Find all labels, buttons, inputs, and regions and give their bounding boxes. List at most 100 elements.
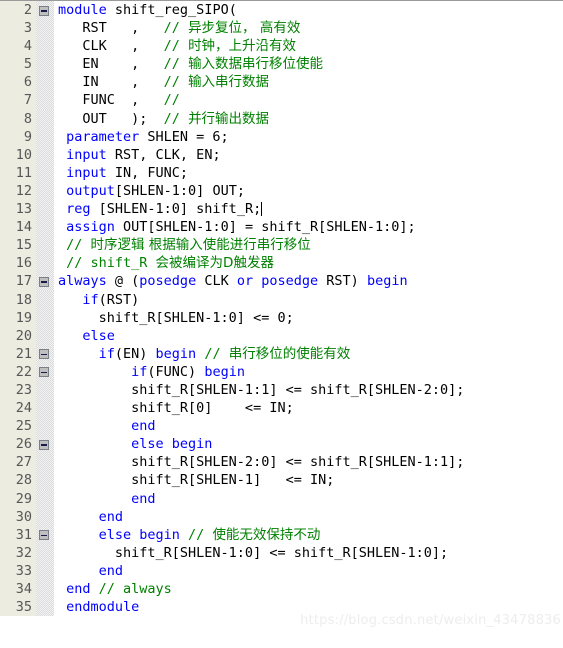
code-text[interactable]: OUT ); // 并行输出数据 <box>54 110 563 128</box>
code-text[interactable]: FUNC , // <box>54 91 563 109</box>
code-line[interactable]: 26 else begin <box>0 435 563 454</box>
code-text[interactable]: else begin // 使能无效保持不动 <box>54 526 563 544</box>
code-token: shift_R[SHLEN-2:0] <= shift_R[SHLEN-1:1]… <box>58 454 465 471</box>
code-text[interactable]: shift_R[SHLEN-2:0] <= shift_R[SHLEN-1:1]… <box>54 453 563 471</box>
code-text[interactable]: shift_R[SHLEN-1:1] <= shift_R[SHLEN-2:0]… <box>54 381 563 399</box>
code-line[interactable]: 14 assign OUT[SHLEN-1:0] = shift_R[SHLEN… <box>0 218 563 237</box>
code-text[interactable]: parameter SHLEN = 6; <box>54 128 563 146</box>
code-text[interactable]: end <box>54 508 563 526</box>
code-text[interactable]: shift_R[SHLEN-1] <= IN; <box>54 471 563 489</box>
code-text[interactable]: if(FUNC) begin <box>54 363 563 381</box>
code-line[interactable]: 16 // shift_R 会被编译为D触发器 <box>0 254 563 273</box>
code-text[interactable]: CLK , // 时钟，上升沿有效 <box>54 37 563 55</box>
code-line[interactable]: 24 shift_R[0] <= IN; <box>0 399 563 418</box>
fold-column <box>36 471 54 490</box>
code-text[interactable]: // 时序逻辑 根据输入使能进行串行移位 <box>54 236 563 254</box>
code-text[interactable]: if(EN) begin // 串行移位的使能有效 <box>54 345 563 363</box>
code-editor[interactable]: 2 module shift_reg_SIPO(3 RST , // 异步复位， … <box>0 0 563 648</box>
collapse-minus-icon[interactable] <box>39 276 49 287</box>
code-line[interactable]: 2 module shift_reg_SIPO( <box>0 1 563 20</box>
code-token: end <box>131 490 156 507</box>
code-line[interactable]: 25 end <box>0 417 563 436</box>
fold-toggle-icon[interactable] <box>36 435 54 454</box>
code-line[interactable]: 34 end // always <box>0 580 563 599</box>
fold-toggle-icon[interactable] <box>36 362 54 381</box>
code-line[interactable]: 17 always @ (posedge CLK or posedge RST) … <box>0 272 563 291</box>
code-text[interactable]: assign OUT[SHLEN-1:0] = shift_R[SHLEN-1:… <box>54 218 563 236</box>
code-token: posedge <box>139 273 197 290</box>
code-line[interactable]: 30 end <box>0 507 563 526</box>
code-lines[interactable]: 2 module shift_reg_SIPO(3 RST , // 异步复位， … <box>0 1 563 617</box>
code-line[interactable]: 4 CLK , // 时钟，上升沿有效 <box>0 37 563 56</box>
code-line[interactable]: 21 if(EN) begin // 串行移位的使能有效 <box>0 344 563 363</box>
code-line[interactable]: 10 input RST, CLK, EN; <box>0 145 563 164</box>
code-token: // <box>163 92 180 109</box>
collapse-minus-icon[interactable] <box>39 5 49 16</box>
code-token: 使能无效保持不动 <box>212 526 321 543</box>
code-line[interactable]: 22 if(FUNC) begin <box>0 362 563 381</box>
code-line[interactable]: 15 // 时序逻辑 根据输入使能进行串行移位 <box>0 236 563 255</box>
code-text[interactable]: IN , // 输入串行数据 <box>54 73 563 91</box>
code-text[interactable]: else begin <box>54 435 563 453</box>
code-token: assign <box>58 219 115 236</box>
code-text[interactable]: endmodule <box>54 598 563 616</box>
code-text[interactable]: shift_R[SHLEN-1:0] <= shift_R[SHLEN-1:0]… <box>54 544 563 562</box>
code-line[interactable]: 7 FUNC , // <box>0 91 563 110</box>
fold-column <box>36 399 54 418</box>
code-text[interactable]: reg [SHLEN-1:0] shift_R; <box>54 200 563 218</box>
collapse-minus-icon[interactable] <box>39 530 49 541</box>
code-line[interactable]: 11 input IN, FUNC; <box>0 163 563 182</box>
code-line[interactable]: 5 EN , // 输入数据串行移位使能 <box>0 55 563 74</box>
code-text[interactable]: shift_R[SHLEN-1:0] <= 0; <box>54 309 563 327</box>
code-line[interactable]: 31 else begin // 使能无效保持不动 <box>0 525 563 544</box>
code-text[interactable]: EN , // 输入数据串行移位使能 <box>54 55 563 73</box>
line-number: 33 <box>0 561 36 580</box>
code-line[interactable]: 6 IN , // 输入串行数据 <box>0 73 563 92</box>
code-text[interactable]: input IN, FUNC; <box>54 164 563 182</box>
code-text[interactable]: end <box>54 562 563 580</box>
line-number: 2 <box>0 1 36 20</box>
code-line[interactable]: 20 else <box>0 326 563 345</box>
code-text[interactable]: module shift_reg_SIPO( <box>54 1 563 19</box>
code-text[interactable]: always @ (posedge CLK or posedge RST) be… <box>54 272 563 290</box>
code-text[interactable]: else <box>54 327 563 345</box>
code-token: begin <box>366 273 408 290</box>
code-text[interactable]: end <box>54 490 563 508</box>
collapse-minus-icon[interactable] <box>39 367 49 378</box>
code-text[interactable]: input RST, CLK, EN; <box>54 146 563 164</box>
code-text[interactable]: end // always <box>54 580 563 598</box>
collapse-minus-icon[interactable] <box>39 349 49 360</box>
fold-toggle-icon[interactable] <box>36 1 54 20</box>
fold-toggle-icon[interactable] <box>36 272 54 291</box>
code-line[interactable]: 29 end <box>0 489 563 508</box>
code-line[interactable]: 33 end <box>0 561 563 580</box>
code-line[interactable]: 12 output[SHLEN-1:0] OUT; <box>0 181 563 201</box>
code-line[interactable]: 23 shift_R[SHLEN-1:1] <= shift_R[SHLEN-2… <box>0 380 563 400</box>
code-line[interactable]: 9 parameter SHLEN = 6; <box>0 127 563 146</box>
code-line[interactable]: 8 OUT ); // 并行输出数据 <box>0 109 563 128</box>
code-line[interactable]: 3 RST , // 异步复位， 高有效 <box>0 19 563 38</box>
line-number: 28 <box>0 471 36 490</box>
code-line[interactable]: 18 if(RST) <box>0 290 563 309</box>
text-caret <box>261 202 263 217</box>
code-line[interactable]: 13 reg [SHLEN-1:0] shift_R; <box>0 200 563 219</box>
code-text[interactable]: end <box>54 417 563 435</box>
code-text[interactable]: RST , // 异步复位， 高有效 <box>54 19 563 37</box>
code-token: 并行输出数据 <box>188 110 270 127</box>
code-line[interactable]: 27 shift_R[SHLEN-2:0] <= shift_R[SHLEN-1… <box>0 453 563 472</box>
fold-toggle-icon[interactable] <box>36 344 54 363</box>
code-text[interactable]: shift_R[0] <= IN; <box>54 399 563 417</box>
code-text[interactable]: if(RST) <box>54 291 563 309</box>
fold-column <box>36 308 54 327</box>
fold-toggle-icon[interactable] <box>36 525 54 544</box>
collapse-minus-icon[interactable] <box>39 439 49 450</box>
code-token: RST, CLK, EN; <box>106 146 221 163</box>
code-text[interactable]: output[SHLEN-1:0] OUT; <box>54 182 563 200</box>
code-line[interactable]: 19 shift_R[SHLEN-1:0] <= 0; <box>0 308 563 327</box>
code-line[interactable]: 28 shift_R[SHLEN-1] <= IN; <box>0 471 563 490</box>
code-line[interactable]: 32 shift_R[SHLEN-1:0] <= shift_R[SHLEN-1… <box>0 543 563 562</box>
code-token: end <box>131 418 156 435</box>
fold-column <box>36 200 54 219</box>
code-text[interactable]: // shift_R 会被编译为D触发器 <box>54 254 563 272</box>
code-line[interactable]: 35 endmodule <box>0 598 563 617</box>
